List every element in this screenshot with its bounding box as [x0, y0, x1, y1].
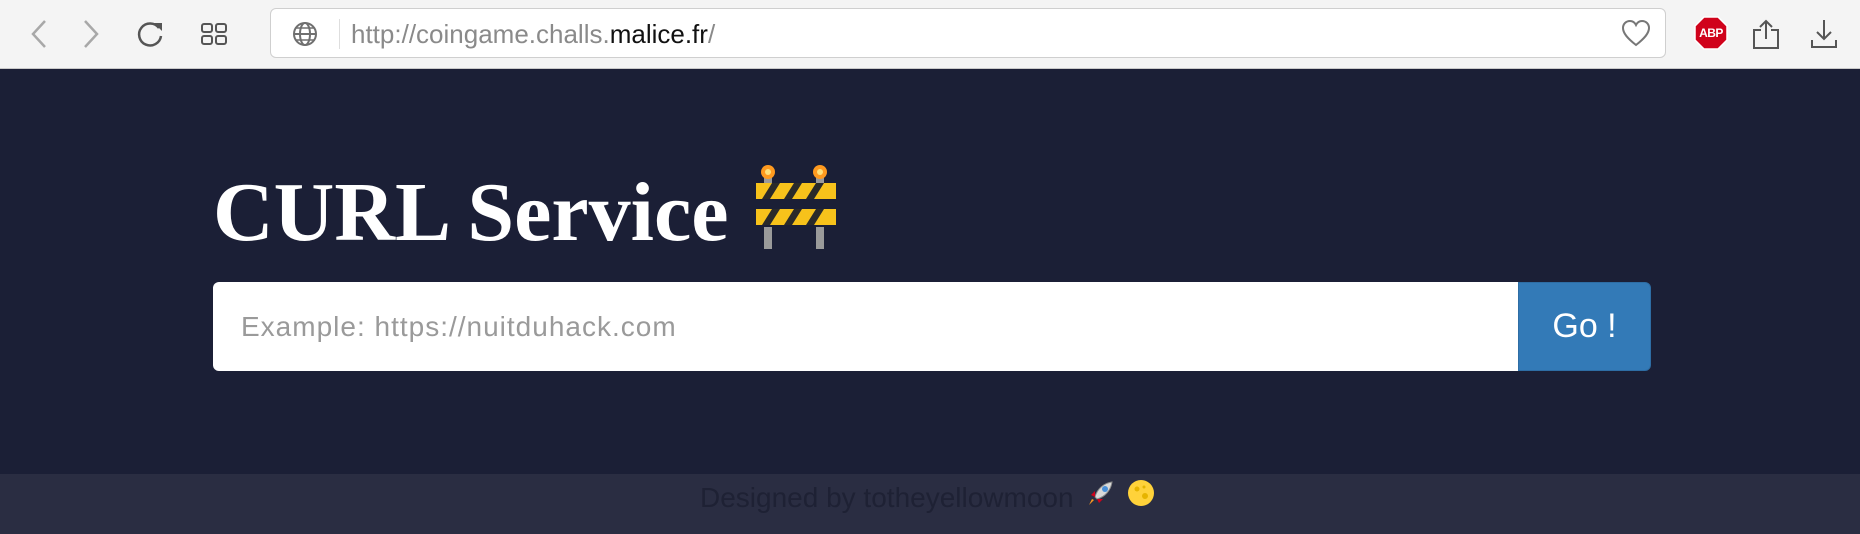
rocket-icon [1089, 481, 1113, 505]
forward-button[interactable] [68, 12, 112, 56]
address-bar[interactable]: http://coingame.challs.malice.fr/ [270, 8, 1666, 58]
adblock-button[interactable]: ABP [1694, 16, 1728, 50]
share-icon [1753, 19, 1779, 49]
footer: Designed by totheyellowmoon [0, 474, 1860, 534]
tab-overview-icon [201, 23, 227, 45]
globe-icon [293, 22, 317, 46]
reload-button[interactable] [128, 12, 172, 56]
url-input[interactable] [213, 282, 1518, 371]
heart-icon[interactable] [1621, 19, 1651, 47]
back-icon [31, 20, 46, 48]
url-prefix: http://coingame.challs. [351, 19, 610, 49]
address-separator [339, 19, 340, 49]
reload-icon [137, 22, 163, 47]
go-button[interactable]: Go ! [1518, 282, 1651, 371]
page-title: CURL Service [213, 166, 729, 259]
download-icon [1811, 20, 1837, 48]
url-suffix: / [707, 19, 716, 49]
footer-credit: Designed by totheyellowmoon [700, 482, 1074, 513]
moon-icon [1128, 480, 1154, 506]
back-button[interactable] [18, 12, 62, 56]
url-domain: malice.fr [609, 19, 708, 49]
url-text[interactable]: http://coingame.challs.malice.fr/ [351, 19, 715, 49]
share-button[interactable] [1744, 12, 1788, 56]
browser-toolbar: http://coingame.challs.malice.fr/ ABP [0, 0, 1860, 69]
tab-overview-button[interactable] [192, 12, 236, 56]
download-button[interactable] [1802, 12, 1846, 56]
forward-icon [84, 20, 99, 48]
main-content: CURL Service Go ! [0, 69, 1860, 474]
adblock-label: ABP [1699, 26, 1723, 40]
construction-barrier-icon [756, 165, 836, 249]
